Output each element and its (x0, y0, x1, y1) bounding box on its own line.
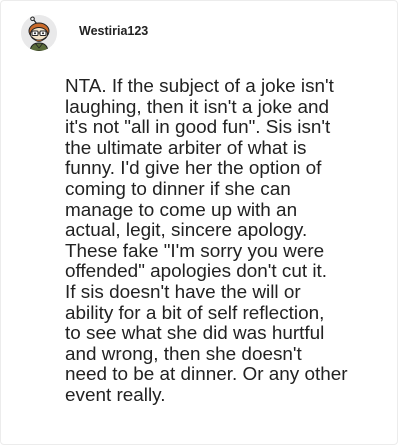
snoo-avatar-icon (21, 15, 57, 51)
comment-card: Westiria123 NTA. If the subject of a jok… (0, 0, 398, 445)
comment-header: Westiria123 (21, 15, 148, 51)
user-avatar[interactable] (21, 15, 57, 51)
comment-body: NTA. If the subject of a joke isn't laug… (65, 76, 348, 406)
username[interactable]: Westiria123 (79, 24, 148, 38)
